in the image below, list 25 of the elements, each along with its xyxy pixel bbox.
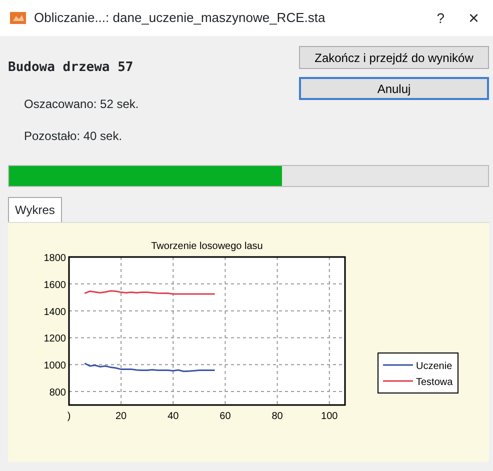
axis-tick-label: 80 bbox=[272, 410, 283, 422]
help-button[interactable]: ? bbox=[436, 8, 444, 28]
axis-tick-label: 1400 bbox=[44, 306, 66, 318]
legend-label: Testowa bbox=[416, 376, 453, 388]
axis-tick-label: 1200 bbox=[44, 333, 66, 344]
axis-tick-label: 100 bbox=[321, 410, 338, 422]
axis-tick-label: 20 bbox=[116, 410, 127, 422]
axis-tick-label: 60 bbox=[220, 410, 231, 422]
close-button[interactable]: × bbox=[468, 9, 479, 27]
axis-tick-label: ) bbox=[67, 410, 71, 422]
axis-tick-label: 1800 bbox=[44, 252, 66, 264]
window-title: Obliczanie...: dane_uczenie_maszynowe_RCE.sta bbox=[34, 9, 326, 28]
chart-tab[interactable]: Wykres bbox=[8, 196, 62, 222]
estimated-time: Oszacowano: 52 sek. bbox=[23, 96, 140, 112]
axis-tick-label: 1600 bbox=[44, 279, 66, 290]
chart-title: Tworzenie losowego lasu bbox=[151, 240, 263, 252]
cancel-button[interactable]: Anuluj bbox=[299, 77, 489, 100]
finish-button[interactable]: Zakończ i przejdź do wyników bbox=[299, 46, 489, 69]
axis-tick-label: 1000 bbox=[44, 360, 66, 372]
legend-label: Uczenie bbox=[416, 360, 452, 372]
app-icon bbox=[10, 12, 26, 24]
remaining-time: Pozostało: 40 sek. bbox=[23, 128, 124, 144]
axis-tick-label: 40 bbox=[168, 410, 179, 422]
status-heading: Budowa drzewa 57 bbox=[7, 59, 134, 77]
axis-tick-label: 800 bbox=[49, 387, 66, 398]
